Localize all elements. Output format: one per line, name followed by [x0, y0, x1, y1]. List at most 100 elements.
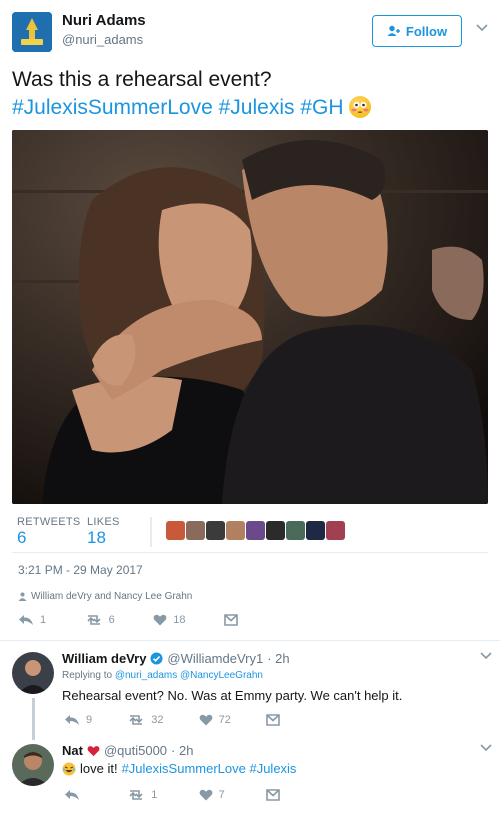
like-button[interactable]: 18 — [153, 614, 186, 626]
envelope-icon — [266, 714, 280, 726]
envelope-icon — [224, 614, 238, 626]
followed-by: William deVry and Nancy Lee Grahn — [18, 591, 192, 602]
author-handle[interactable]: @nuri_adams — [62, 32, 143, 47]
reply-time[interactable]: · 2h — [267, 651, 289, 666]
tweet-text: Was this a rehearsal event? #JulexisSumm… — [12, 66, 492, 122]
liker-avatars[interactable] — [166, 521, 346, 540]
liker-avatar[interactable] — [266, 521, 285, 540]
reply-button[interactable]: 9 — [64, 714, 92, 726]
reply-actions: 1 7 — [64, 789, 280, 801]
heart-icon — [199, 714, 213, 726]
direct-message-button[interactable] — [266, 789, 280, 801]
person-icon — [18, 592, 27, 601]
add-user-icon — [387, 25, 400, 36]
reply-text: Rehearsal event? No. Was at Emmy party. … — [62, 688, 403, 703]
reply-header: Nat @quti5000 · 2h — [62, 743, 193, 758]
hashtag-link[interactable]: #JulexisSummerLove — [12, 96, 213, 119]
retweet-icon — [129, 715, 143, 725]
hashtag-link[interactable]: #Julexis — [219, 96, 295, 119]
tweet-body: Was this a rehearsal event? — [12, 68, 272, 91]
liker-avatar[interactable] — [186, 521, 205, 540]
envelope-icon — [266, 789, 280, 801]
liker-avatar[interactable] — [226, 521, 245, 540]
likes-count: 18 — [87, 528, 106, 547]
liker-avatar[interactable] — [286, 521, 305, 540]
chevron-down-icon[interactable] — [480, 652, 492, 663]
avatar-photo — [12, 652, 54, 694]
author-name[interactable]: Nuri Adams — [62, 12, 146, 29]
liker-avatar[interactable] — [246, 521, 265, 540]
chevron-down-icon[interactable] — [480, 744, 492, 755]
reply-author-handle[interactable]: @WilliamdeVry1 — [167, 651, 263, 666]
thread-connector — [32, 698, 35, 740]
stats-divider — [150, 517, 152, 547]
retweet-button[interactable]: 32 — [127, 714, 164, 726]
flushed-face-emoji-icon — [349, 96, 372, 118]
retweets-count: 6 — [17, 528, 27, 547]
reply-text: love it! #JulexisSummerLove #Julexis — [62, 761, 296, 776]
laughing-face-emoji-icon — [62, 762, 76, 775]
retweets-stat[interactable]: RETWEETS 6 — [17, 516, 81, 548]
replying-to-prefix: Replying to — [62, 670, 113, 681]
reply-header: William deVry @WilliamdeVry1 · 2h — [62, 651, 290, 666]
follow-label: Follow — [405, 23, 448, 39]
liker-avatar[interactable] — [166, 521, 185, 540]
reply-avatar[interactable] — [12, 652, 54, 694]
reply-count: 1 — [40, 614, 47, 626]
reply-icon — [19, 615, 33, 625]
reply-button[interactable] — [64, 789, 86, 801]
divider — [0, 640, 500, 641]
followed-by-text: William deVry and Nancy Lee Grahn — [31, 591, 193, 602]
like-count: 7 — [218, 789, 225, 801]
reply-actions: 9 32 72 — [64, 714, 280, 726]
tweet-photo[interactable] — [12, 130, 488, 504]
hashtag-link[interactable]: #GH — [300, 96, 343, 119]
retweet-count: 1 — [151, 789, 158, 801]
retweets-label: RETWEETS — [17, 516, 81, 528]
like-button[interactable]: 7 — [199, 789, 225, 801]
retweet-count: 32 — [151, 714, 164, 726]
direct-message-button[interactable] — [224, 614, 238, 626]
photo-image — [12, 130, 488, 504]
likes-stat[interactable]: LIKES 18 — [87, 516, 120, 548]
liker-avatar[interactable] — [306, 521, 325, 540]
tweet-hashtags: #JulexisSummerLove #Julexis #GH — [12, 94, 492, 122]
red-heart-icon — [87, 745, 100, 756]
reply-author-name[interactable]: William deVry — [62, 651, 146, 666]
retweet-icon — [87, 615, 101, 625]
liker-avatar[interactable] — [206, 521, 225, 540]
chevron-down-icon[interactable] — [476, 24, 488, 35]
liker-avatar[interactable] — [326, 521, 345, 540]
avatar-logo-icon — [12, 12, 52, 52]
reply-icon — [65, 715, 79, 725]
retweet-button[interactable]: 6 — [85, 614, 115, 626]
reply-author-handle[interactable]: @quti5000 — [104, 743, 167, 758]
like-count: 18 — [173, 614, 186, 626]
reply-author-name[interactable]: Nat — [62, 743, 83, 758]
avatar-photo — [12, 744, 54, 786]
heart-icon — [199, 789, 213, 801]
tweet-timestamp[interactable]: 3:21 PM - 29 May 2017 — [18, 563, 143, 577]
reply-icon — [65, 790, 79, 800]
divider — [12, 552, 488, 553]
reply-time[interactable]: · 2h — [171, 743, 193, 758]
replying-to: Replying to @nuri_adams @NancyLeeGrahn — [62, 670, 263, 681]
replying-to-handles[interactable]: @nuri_adams @NancyLeeGrahn — [115, 670, 263, 681]
reply-hashtags[interactable]: #JulexisSummerLove #Julexis — [122, 761, 297, 776]
retweet-count: 6 — [108, 614, 115, 626]
heart-icon — [153, 614, 167, 626]
retweet-icon — [129, 790, 143, 800]
tweet-actions: 1 6 18 — [18, 614, 238, 626]
direct-message-button[interactable] — [266, 714, 280, 726]
reply-count: 9 — [86, 714, 93, 726]
follow-button[interactable]: Follow — [372, 15, 462, 47]
reply-avatar[interactable] — [12, 744, 54, 786]
retweet-button[interactable]: 1 — [127, 789, 157, 801]
likes-label: LIKES — [87, 516, 120, 528]
profile-avatar[interactable] — [12, 12, 52, 52]
reply-button[interactable]: 1 — [18, 614, 46, 626]
reply-text-plain: love it! — [80, 761, 118, 776]
like-count: 72 — [218, 714, 231, 726]
verified-badge-icon — [150, 652, 163, 665]
like-button[interactable]: 72 — [199, 714, 231, 726]
